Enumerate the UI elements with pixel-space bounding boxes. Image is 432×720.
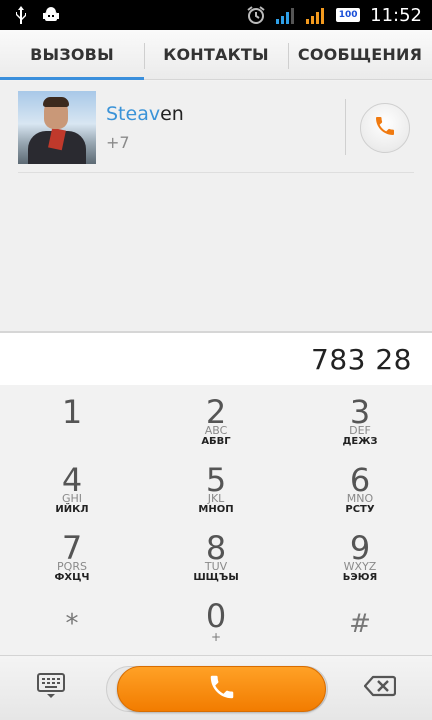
key-latin-letters: DEF [349, 424, 371, 437]
contact-number: +7 [106, 133, 130, 152]
key-cyrillic-letters: ФХЦЧ [54, 572, 90, 583]
key-digit: * [65, 609, 79, 639]
tab-messages[interactable]: СООБЩЕНИЯ [288, 30, 432, 79]
key-0[interactable]: 0 + [144, 589, 288, 657]
key-latin-letters: GHI [61, 492, 83, 505]
key-latin-letters: TUV [204, 560, 228, 573]
signal-icon [276, 6, 296, 24]
key-latin-letters: ABC [204, 424, 228, 437]
status-time: 11:52 [370, 4, 422, 26]
backspace-button[interactable] [362, 674, 398, 702]
key-9[interactable]: 9 WXYZ ЬЭЮЯ [288, 521, 432, 589]
tab-contacts[interactable]: КОНТАКТЫ [144, 30, 288, 79]
dialer-action-bar [0, 655, 432, 720]
phone-icon [373, 114, 397, 142]
key-cyrillic-letters: АБВГ [201, 436, 231, 447]
key-digit: 1 [61, 393, 83, 431]
key-4[interactable]: 4 GHI ИЙКЛ [0, 453, 144, 521]
key-digit: 0 [205, 597, 227, 635]
key-hash[interactable]: # [288, 589, 432, 657]
key-3[interactable]: 3 DEF ДЕЖЗ [288, 385, 432, 453]
key-latin-letters: WXYZ [343, 560, 377, 573]
android-debug-icon [42, 6, 60, 24]
dial-keypad: 1 2 ABC АБВГ 3 DEF ДЕЖЗ 4 GHI ИЙКЛ 5 JKL… [0, 385, 432, 655]
contact-name: Steaven [106, 103, 184, 125]
keyboard-icon [37, 673, 65, 703]
contact-suggestions: Steaven +7 [0, 81, 432, 331]
key-cyrillic-letters: ДЕЖЗ [342, 436, 378, 447]
key-latin-letters: PQRS [57, 560, 87, 573]
row-divider [345, 99, 346, 155]
key-plus-label: + [210, 630, 222, 644]
key-8[interactable]: 8 TUV ШЩЪЫ [144, 521, 288, 589]
key-7[interactable]: 7 PQRS ФХЦЧ [0, 521, 144, 589]
battery-icon: 100 [336, 8, 361, 22]
key-cyrillic-letters: МНОП [198, 504, 234, 515]
key-digit: # [349, 609, 371, 639]
dial-number-display[interactable]: 783 28 [0, 331, 432, 385]
key-6[interactable]: 6 MNO РСТУ [288, 453, 432, 521]
key-cyrillic-letters: ШЩЪЫ [193, 572, 239, 583]
tab-bar: ВЫЗОВЫ КОНТАКТЫ СООБЩЕНИЯ [0, 30, 432, 80]
key-cyrillic-letters: РСТУ [345, 504, 375, 515]
key-latin-letters: MNO [346, 492, 374, 505]
contact-name-rest: en [160, 103, 184, 125]
key-1[interactable]: 1 [0, 385, 144, 453]
tab-calls[interactable]: ВЫЗОВЫ [0, 30, 144, 80]
usb-icon [14, 6, 28, 24]
contact-row[interactable]: Steaven +7 [18, 91, 414, 173]
dialed-number: 783 28 [311, 343, 412, 376]
call-button[interactable] [117, 666, 326, 712]
key-5[interactable]: 5 JKL МНОП [144, 453, 288, 521]
alarm-icon [246, 5, 266, 25]
status-bar: 100 11:52 [0, 0, 432, 30]
dialpad-toggle-button[interactable] [36, 673, 66, 703]
signal-icon [306, 6, 326, 24]
key-2[interactable]: 2 ABC АБВГ [144, 385, 288, 453]
avatar [18, 91, 96, 164]
contact-call-button[interactable] [360, 103, 410, 153]
contact-name-match: Steav [106, 103, 161, 125]
phone-icon [207, 672, 237, 706]
key-cyrillic-letters: ИЙКЛ [55, 504, 89, 515]
key-latin-letters: JKL [207, 492, 225, 505]
backspace-icon [363, 675, 397, 701]
key-star[interactable]: * [0, 589, 144, 657]
key-cyrillic-letters: ЬЭЮЯ [342, 572, 378, 583]
